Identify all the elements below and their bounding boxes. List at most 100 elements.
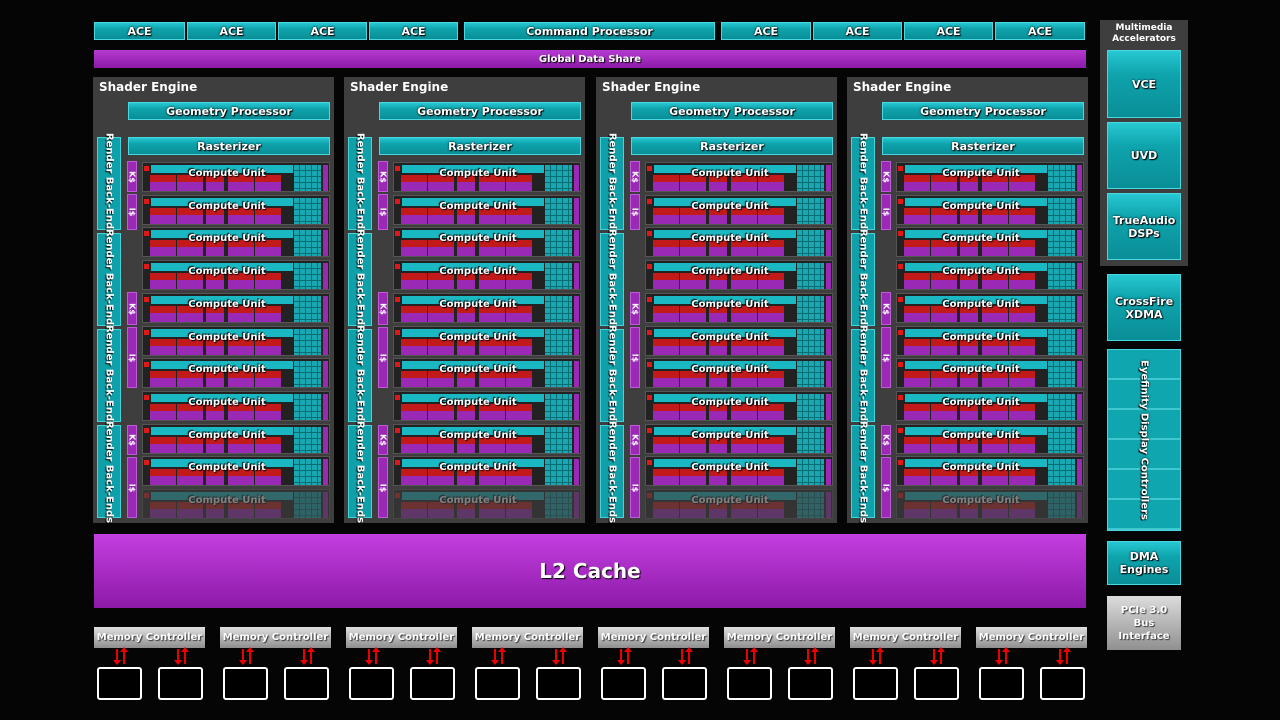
ace-block: ACE	[813, 22, 902, 40]
compute-unit-label: Compute Unit	[188, 200, 266, 212]
render-back-ends-label: Render Back-Ends	[103, 228, 115, 331]
compute-unit-label: Compute Unit	[691, 168, 769, 179]
arrow-up-icon	[433, 647, 441, 664]
cache-label: I$	[127, 207, 137, 217]
arrow-up-icon	[372, 647, 380, 664]
compute-unit-label: Compute Unit	[942, 364, 1020, 376]
render-back-ends: Render Back-Ends	[97, 324, 121, 427]
arrow-down-icon	[678, 649, 686, 665]
compute-unit-label: Compute Unit	[188, 429, 266, 441]
compute-unit: Compute Unit	[393, 194, 581, 225]
compute-unit-disabled: Compute Unit	[393, 489, 581, 519]
compute-unit-label: Compute Unit	[942, 462, 1020, 474]
scalar-cache: K$	[881, 292, 891, 325]
cache-label: I$	[378, 483, 388, 492]
compute-unit: Compute Unit	[645, 358, 833, 389]
compute-unit: Compute Unit	[645, 292, 833, 323]
compute-unit: Compute Unit	[393, 162, 581, 192]
memory-controller: Memory Controller	[346, 627, 457, 648]
rasterizer: Rasterizer	[631, 137, 833, 155]
compute-unit: Compute Unit	[896, 423, 1084, 454]
render-back-ends: Render Back-Ends	[97, 420, 121, 523]
scalar-cache: K$	[630, 425, 640, 455]
memory-chip	[536, 667, 581, 700]
geometry-processor: Geometry Processor	[128, 102, 330, 120]
compute-unit-label: Compute Unit	[188, 396, 266, 408]
compute-unit-label: Compute Unit	[691, 200, 769, 212]
cache-label: K$	[127, 434, 137, 446]
compute-unit-label: Compute Unit	[439, 298, 517, 310]
cache-label: I$	[378, 353, 388, 362]
rasterizer: Rasterizer	[882, 137, 1084, 155]
compute-unit-label: Compute Unit	[439, 429, 517, 441]
arrow-down-icon	[174, 649, 182, 665]
instruction-cache: I$	[881, 457, 891, 518]
dma-engines-block: DMA Engines	[1107, 541, 1181, 585]
ace-block: ACE	[278, 22, 367, 40]
instruction-cache: I$	[630, 327, 640, 388]
instruction-cache: I$	[378, 327, 388, 388]
arrow-down-icon	[869, 649, 877, 665]
compute-unit: Compute Unit	[896, 260, 1084, 291]
shader-engine-title: Shader Engine	[99, 80, 198, 94]
render-back-ends: Render Back-Ends	[851, 228, 875, 331]
render-back-ends: Render Back-Ends	[97, 228, 121, 331]
shader-engine-title: Shader Engine	[350, 80, 449, 94]
arrow-down-icon	[743, 649, 751, 665]
compute-unit-label: Compute Unit	[942, 396, 1020, 408]
arrow-up-icon	[937, 647, 945, 664]
memory-chip	[788, 667, 833, 700]
compute-unit-label: Compute Unit	[691, 396, 769, 408]
scalar-cache: K$	[127, 161, 137, 192]
render-back-ends-label: Render Back-Ends	[857, 132, 869, 235]
arrow-up-icon	[685, 647, 693, 664]
compute-unit: Compute Unit	[645, 390, 833, 421]
compute-unit-label: Compute Unit	[942, 495, 1020, 506]
compute-unit-label: Compute Unit	[691, 364, 769, 376]
memory-chip	[223, 667, 268, 700]
command-processor: Command Processor	[464, 22, 715, 40]
instruction-cache: I$	[630, 457, 640, 518]
render-back-ends-label: Render Back-Ends	[857, 228, 869, 331]
compute-unit-label: Compute Unit	[942, 429, 1020, 441]
compute-unit: Compute Unit	[896, 456, 1084, 487]
compute-unit: Compute Unit	[393, 325, 581, 356]
arrow-up-icon	[498, 647, 506, 664]
render-back-ends-label: Render Back-Ends	[354, 420, 366, 523]
arrow-down-icon	[617, 649, 625, 665]
memory-chip	[914, 667, 959, 700]
arrow-down-icon	[804, 649, 812, 665]
geometry-processor: Geometry Processor	[631, 102, 833, 120]
arrow-up-icon	[307, 647, 315, 664]
render-back-ends: Render Back-Ends	[600, 420, 624, 523]
scalar-cache: K$	[881, 425, 891, 455]
memory-controller: Memory Controller	[976, 627, 1087, 648]
scalar-cache: K$	[378, 292, 388, 325]
compute-unit: Compute Unit	[142, 456, 330, 487]
memory-chip	[410, 667, 455, 700]
render-back-ends: Render Back-Ends	[348, 132, 372, 235]
compute-unit-label: Compute Unit	[691, 266, 769, 278]
uvd-block: UVD	[1107, 122, 1181, 189]
compute-unit-label: Compute Unit	[188, 266, 266, 278]
arrow-down-icon	[1056, 649, 1064, 665]
render-back-ends: Render Back-Ends	[600, 132, 624, 235]
instruction-cache: I$	[127, 327, 137, 388]
scalar-cache: K$	[630, 161, 640, 192]
render-back-ends-label: Render Back-Ends	[103, 324, 115, 427]
rasterizer: Rasterizer	[379, 137, 581, 155]
render-back-ends-label: Render Back-Ends	[606, 228, 618, 331]
compute-unit: Compute Unit	[142, 162, 330, 192]
memory-chip	[284, 667, 329, 700]
shader-engine: Shader Engine Geometry Processor Rasteri…	[344, 77, 585, 523]
compute-unit-label: Compute Unit	[691, 331, 769, 343]
shader-engine: Shader Engine Geometry Processor Rasteri…	[847, 77, 1088, 523]
compute-unit-label: Compute Unit	[942, 298, 1020, 310]
compute-unit-label: Compute Unit	[439, 168, 517, 179]
cache-label: I$	[127, 353, 137, 362]
render-back-ends-label: Render Back-Ends	[606, 420, 618, 523]
compute-unit-label: Compute Unit	[439, 396, 517, 408]
compute-unit: Compute Unit	[142, 325, 330, 356]
render-back-ends-label: Render Back-Ends	[103, 420, 115, 523]
shader-engine: Shader Engine Geometry Processor Rasteri…	[93, 77, 334, 523]
